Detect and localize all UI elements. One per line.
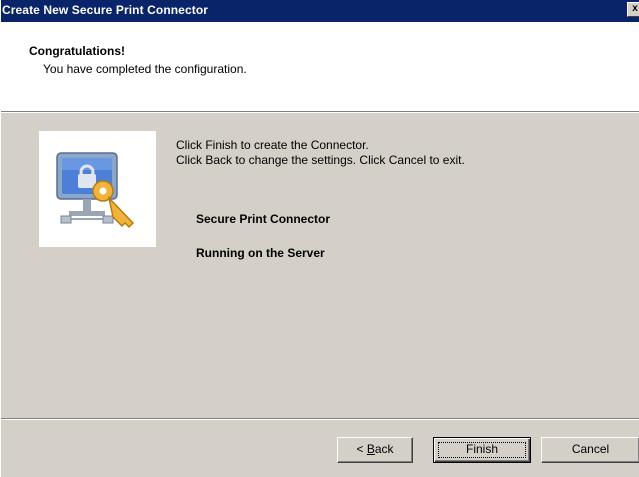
wizard-header: Congratulations! You have completed the … xyxy=(1,22,639,111)
back-prefix: < xyxy=(356,442,367,456)
finish-label: Finish xyxy=(465,442,498,456)
wizard-image xyxy=(38,130,157,248)
footer-separator xyxy=(1,418,639,420)
connector-name-value: Secure Print Connector xyxy=(196,212,331,226)
instruction-line-1: Click Finish to create the Connector. xyxy=(176,138,369,152)
finish-button[interactable]: Finish xyxy=(433,437,531,463)
header-subtitle: You have completed the configuration. xyxy=(43,62,247,76)
cancel-button[interactable]: Cancel xyxy=(541,437,639,463)
computer-key-icon xyxy=(56,152,135,229)
close-icon: x xyxy=(632,3,638,14)
back-label-rest: ack xyxy=(374,442,394,456)
header-separator xyxy=(1,111,639,113)
header-title: Congratulations! xyxy=(29,44,125,58)
connector-location-value: Running on the Server xyxy=(196,246,325,260)
wizard-window: Create New Secure Print Connector x Cong… xyxy=(0,0,639,477)
back-button[interactable]: < Back xyxy=(337,437,413,463)
back-accelerator: B xyxy=(366,442,375,456)
title-bar[interactable]: Create New Secure Print Connector x xyxy=(1,0,639,22)
instruction-line-2: Click Back to change the settings. Click… xyxy=(176,153,465,167)
cancel-label: Cancel xyxy=(571,442,610,456)
window-title: Create New Secure Print Connector xyxy=(2,3,209,17)
close-button[interactable]: x xyxy=(627,2,639,17)
